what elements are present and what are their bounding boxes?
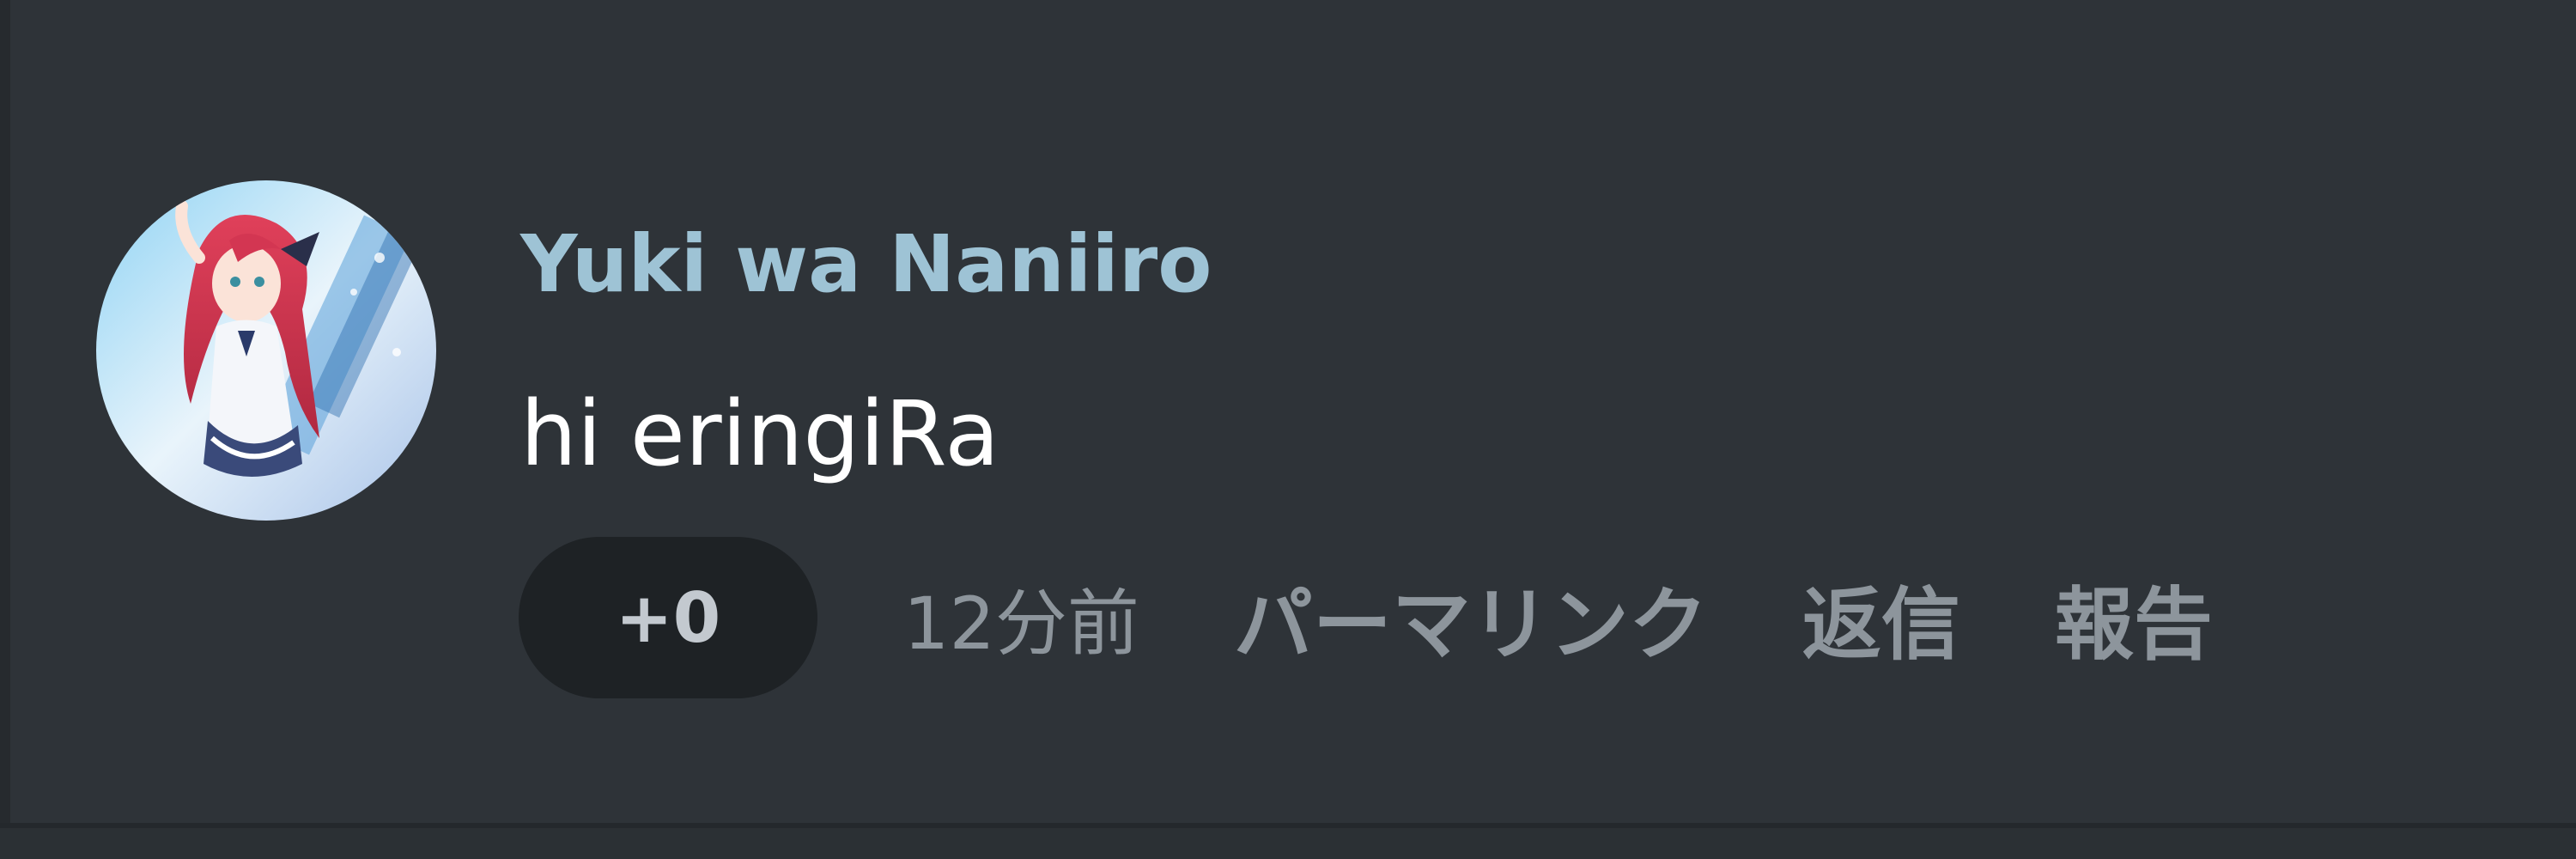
next-comment-strip [0,828,2576,859]
comment-timestamp[interactable]: 12分前 [903,566,1139,670]
comment-body: hi eringiRa [520,381,1000,486]
comment-page: Yuki wa Naniiro hi eringiRa +0 12分前 パーマリ… [0,0,2576,859]
comment-actions-row: +0 12分前 パーマリンク 返信 報告 [519,536,2213,699]
comment-username[interactable]: Yuki wa Naniiro [520,213,1212,316]
user-avatar[interactable] [96,180,436,521]
left-edge-border [0,0,10,859]
permalink-link[interactable]: パーマリンク [1234,561,1708,675]
report-link[interactable]: 報告 [2055,561,2213,675]
avatar-image-icon [96,180,436,521]
vote-button[interactable]: +0 [519,537,817,698]
reply-link[interactable]: 返信 [1802,561,1960,675]
